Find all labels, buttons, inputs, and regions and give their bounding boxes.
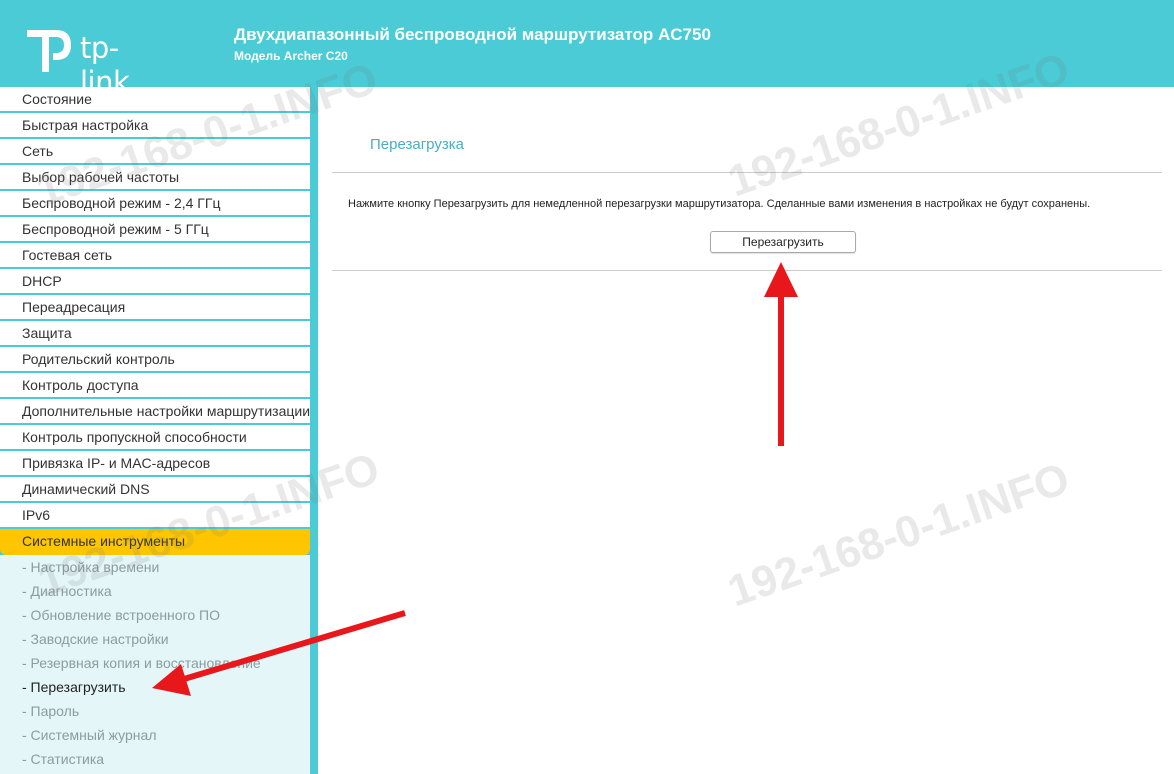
submenu-item-firmware-upgrade[interactable]: - Обновление встроенного ПО — [0, 603, 310, 627]
sidebar-item-ipv6[interactable]: IPv6 — [0, 503, 310, 529]
reboot-button[interactable]: Перезагрузить — [710, 231, 856, 253]
submenu-item-system-log[interactable]: - Системный журнал — [0, 723, 310, 747]
sidebar-item-guest-network[interactable]: Гостевая сеть — [0, 243, 310, 269]
sidebar-item-quick-setup[interactable]: Быстрая настройка — [0, 113, 310, 139]
sidebar-item-bandwidth-control[interactable]: Контроль пропускной способности — [0, 425, 310, 451]
tp-link-logo[interactable]: tp-link — [24, 24, 130, 99]
sidebar-item-forwarding[interactable]: Переадресация — [0, 295, 310, 321]
sidebar: Состояние Быстрая настройка Сеть Выбор р… — [0, 87, 318, 774]
sidebar-item-dynamic-dns[interactable]: Динамический DNS — [0, 477, 310, 503]
sidebar-item-ip-mac-binding[interactable]: Привязка IP- и MAC-адресов — [0, 451, 310, 477]
submenu-item-backup-restore[interactable]: - Резервная копия и восстановление — [0, 651, 310, 675]
product-title: Двухдиапазонный беспроводной маршрутизат… — [234, 25, 711, 44]
submenu-item-time-settings[interactable]: - Настройка времени — [0, 555, 310, 579]
sidebar-item-status[interactable]: Состояние — [0, 87, 310, 113]
divider — [332, 172, 1162, 173]
page-title: Перезагрузка — [370, 136, 464, 153]
sidebar-item-access-control[interactable]: Контроль доступа — [0, 373, 310, 399]
divider — [332, 270, 1162, 271]
submenu-item-password[interactable]: - Пароль — [0, 699, 310, 723]
header-bar: tp-link Двухдиапазонный беспроводной мар… — [0, 0, 1174, 99]
sidebar-item-system-tools[interactable]: Системные инструменты — [0, 529, 310, 555]
sidebar-item-network[interactable]: Сеть — [0, 139, 310, 165]
main-content: Перезагрузка Нажмите кнопку Перезагрузит… — [318, 87, 1174, 774]
submenu-item-statistics[interactable]: - Статистика — [0, 747, 310, 771]
sidebar-item-parental-control[interactable]: Родительский контроль — [0, 347, 310, 373]
sidebar-item-dhcp[interactable]: DHCP — [0, 269, 310, 295]
submenu-item-reboot[interactable]: - Перезагрузить — [0, 675, 310, 699]
system-tools-submenu: - Настройка времени - Диагностика - Обно… — [0, 555, 310, 774]
sidebar-item-band-selection[interactable]: Выбор рабочей частоты — [0, 165, 310, 191]
submenu-item-factory-defaults[interactable]: - Заводские настройки — [0, 627, 310, 651]
sidebar-item-advanced-routing[interactable]: Дополнительные настройки маршрутизации — [0, 399, 310, 425]
sidebar-item-security[interactable]: Защита — [0, 321, 310, 347]
sidebar-menu: Состояние Быстрая настройка Сеть Выбор р… — [0, 87, 310, 774]
sidebar-item-wireless-5[interactable]: Беспроводной режим - 5 ГГц — [0, 217, 310, 243]
sidebar-item-wireless-24[interactable]: Беспроводной режим - 2,4 ГГц — [0, 191, 310, 217]
product-model: Модель Archer C20 — [234, 49, 348, 63]
reboot-description: Нажмите кнопку Перезагрузить для немедле… — [348, 198, 1091, 210]
tp-link-logo-icon — [27, 30, 71, 72]
submenu-item-diagnostics[interactable]: - Диагностика — [0, 579, 310, 603]
